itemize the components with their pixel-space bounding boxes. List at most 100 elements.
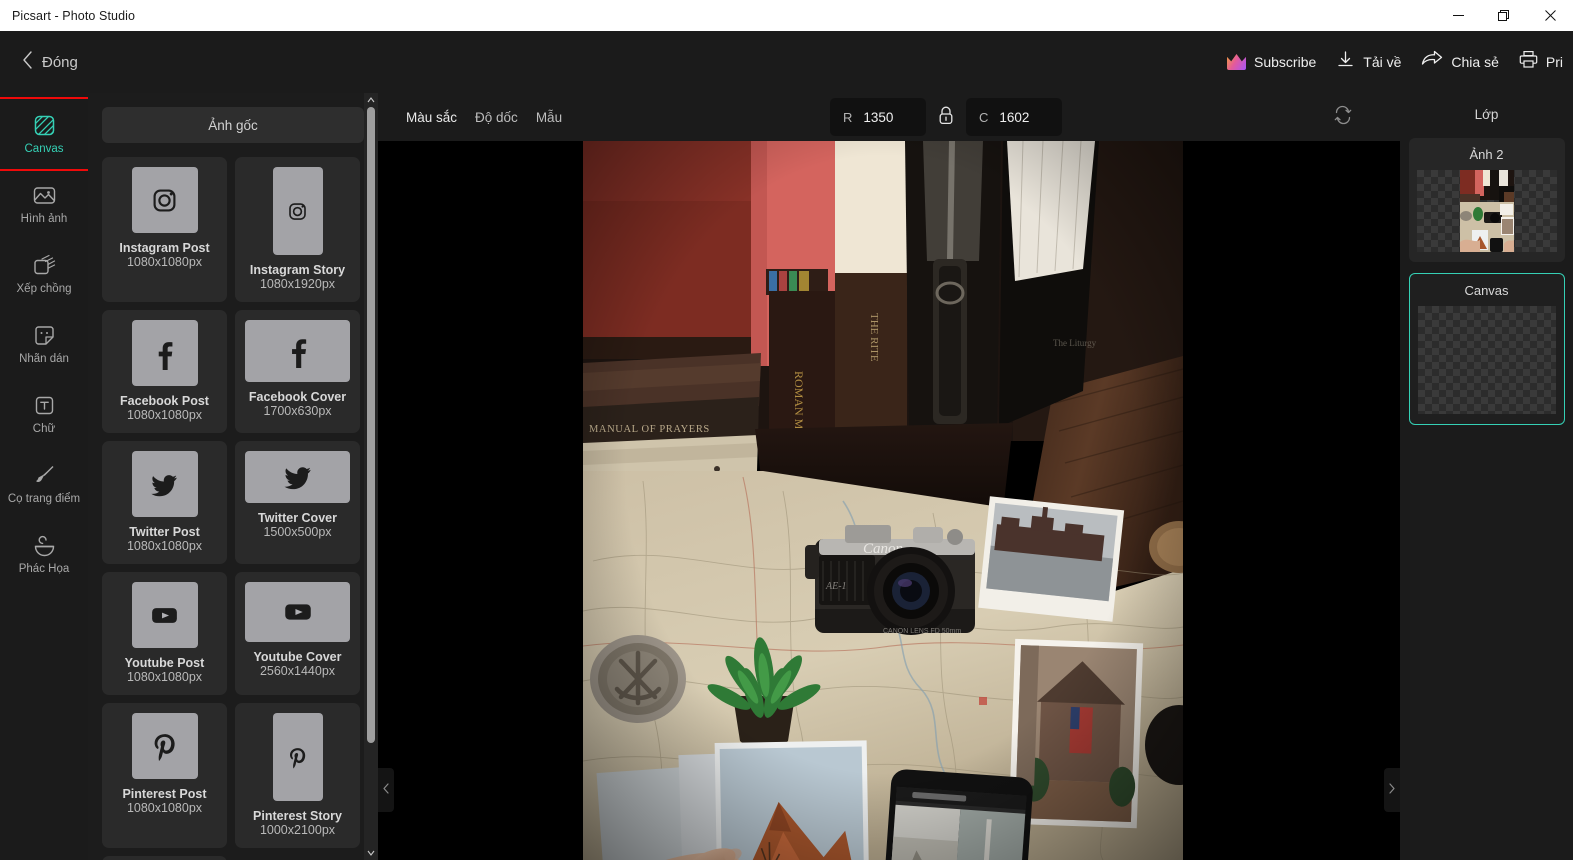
sidebar-item-label: Phác Họa bbox=[18, 563, 70, 576]
layer-item-canvas[interactable]: Canvas bbox=[1408, 273, 1565, 425]
preset-card[interactable]: Facebook Cover 1700x630px bbox=[235, 310, 360, 433]
preset-scroll-area[interactable]: Instagram Post 1080x1080px Instagram Story… bbox=[88, 157, 378, 860]
subscribe-button[interactable]: Subscribe bbox=[1217, 48, 1326, 76]
close-editor-button[interactable]: Đóng bbox=[22, 50, 78, 74]
chevron-left-icon bbox=[22, 50, 33, 74]
canvas-photo[interactable]: ROMAN MISSAL THE RITE bbox=[583, 141, 1183, 860]
aspect-lock-button[interactable] bbox=[926, 105, 966, 130]
preset-thumbnail bbox=[245, 582, 350, 642]
height-value: 1602 bbox=[999, 109, 1030, 125]
width-value: 1350 bbox=[863, 109, 894, 125]
canvas-size-controls: R 1350 C 1602 bbox=[830, 98, 1062, 136]
layer-name: Canvas bbox=[1464, 283, 1509, 298]
share-button[interactable]: Chia sẻ bbox=[1411, 44, 1508, 80]
window-titlebar: Picsart - Photo Studio bbox=[0, 0, 1573, 31]
preset-scrollbar[interactable] bbox=[364, 93, 378, 860]
pinterest-icon bbox=[285, 745, 310, 770]
height-key-label: C bbox=[979, 109, 989, 125]
preset-card[interactable]: Pinterest Story 1000x2100px bbox=[235, 703, 360, 848]
share-icon bbox=[1421, 50, 1443, 74]
collapse-right-panel-button[interactable] bbox=[1384, 768, 1400, 812]
crown-icon bbox=[1227, 54, 1247, 70]
preset-thumbnail bbox=[131, 320, 198, 386]
preset-grid: Instagram Post 1080x1080px Instagram Story… bbox=[102, 157, 364, 860]
text-icon bbox=[31, 392, 57, 418]
canvas-presets-panel: Ảnh gốc Instagram Post 1080x1080px Instagr… bbox=[88, 93, 378, 860]
sticker-icon bbox=[31, 322, 57, 348]
tab-gradient[interactable]: Độ dốc bbox=[475, 110, 518, 125]
scroll-down-arrow-icon[interactable] bbox=[364, 846, 378, 860]
restore-button[interactable] bbox=[1481, 0, 1527, 31]
swap-dimensions-button[interactable] bbox=[1333, 105, 1353, 130]
preset-card[interactable]: Twitter Cover 1500x500px bbox=[235, 441, 360, 564]
canvas-fill-tabs: Màu sắc Độ dốc Mẫu bbox=[406, 110, 562, 125]
preset-scroll-track[interactable] bbox=[367, 107, 375, 846]
share-label: Chia sẻ bbox=[1451, 54, 1499, 70]
width-key-label: R bbox=[843, 109, 853, 125]
canvas-viewport[interactable]: ROMAN MISSAL THE RITE bbox=[378, 141, 1400, 860]
preset-name: Pinterest Story bbox=[253, 809, 342, 823]
canvas-width-input[interactable]: R 1350 bbox=[830, 98, 926, 136]
window-controls bbox=[1435, 0, 1573, 31]
swap-icon bbox=[1333, 105, 1353, 129]
collapse-left-panel-button[interactable] bbox=[378, 768, 394, 812]
chevron-right-icon bbox=[1389, 781, 1395, 799]
preset-name: Facebook Cover bbox=[248, 390, 347, 404]
preset-card[interactable]: Facebook Post 1080x1080px bbox=[102, 310, 227, 433]
download-button[interactable]: Tải về bbox=[1326, 44, 1411, 80]
sidebar-item-canvas[interactable]: Canvas bbox=[0, 97, 90, 171]
close-button[interactable] bbox=[1527, 0, 1573, 31]
canvas-height-input[interactable]: C 1602 bbox=[966, 98, 1062, 136]
stack-icon bbox=[31, 252, 57, 278]
preset-card[interactable] bbox=[102, 856, 227, 860]
canvas-icon bbox=[31, 112, 57, 138]
preset-card[interactable]: Youtube Post 1080x1080px bbox=[102, 572, 227, 695]
tab-color[interactable]: Màu sắc bbox=[406, 110, 457, 125]
preset-thumbnail bbox=[131, 451, 198, 517]
preset-card[interactable]: Instagram Story 1080x1920px bbox=[235, 157, 360, 302]
close-editor-label: Đóng bbox=[42, 53, 78, 71]
preset-card[interactable]: Instagram Post 1080x1080px bbox=[102, 157, 227, 302]
tab-pattern[interactable]: Mẫu bbox=[536, 110, 562, 125]
download-icon bbox=[1336, 50, 1355, 74]
layer-item-image[interactable]: Ảnh 2 bbox=[1408, 138, 1565, 262]
preset-card[interactable]: Twitter Post 1080x1080px bbox=[102, 441, 227, 564]
sidebar-item-text[interactable]: Chữ bbox=[0, 379, 88, 449]
sidebar-item-label: Chữ bbox=[32, 423, 56, 436]
sidebar-item-label: Cọ trang điểm bbox=[7, 493, 81, 506]
instagram-icon bbox=[148, 184, 181, 217]
layer-name: Ảnh 2 bbox=[1469, 147, 1504, 162]
sidebar-item-stack[interactable]: Xếp chồng bbox=[0, 239, 88, 309]
preset-thumbnail bbox=[245, 320, 350, 382]
preset-dimensions: 1080x1080px bbox=[126, 801, 203, 816]
preset-dimensions: 1000x2100px bbox=[259, 823, 336, 838]
layers-title: Lớp bbox=[1474, 107, 1499, 122]
sketch-icon bbox=[31, 532, 57, 558]
print-label: Pri bbox=[1545, 54, 1563, 70]
sidebar-item-label: Hình ảnh bbox=[20, 213, 68, 226]
sidebar-item-brush[interactable]: Cọ trang điểm bbox=[0, 449, 88, 519]
preset-card[interactable]: Youtube Cover 2560x1440px bbox=[235, 572, 360, 695]
facebook-icon bbox=[281, 334, 315, 368]
preset-dimensions: 1080x1080px bbox=[126, 255, 203, 270]
print-button[interactable]: Pri bbox=[1509, 44, 1573, 80]
sidebar-item-label: Canvas bbox=[24, 143, 64, 156]
preset-dimensions: 1500x500px bbox=[263, 525, 332, 540]
preset-name: Instagram Post bbox=[119, 241, 210, 255]
scroll-up-arrow-icon[interactable] bbox=[364, 93, 378, 107]
twitter-icon bbox=[281, 460, 315, 494]
preset-dimensions: 1080x1080px bbox=[126, 670, 203, 685]
preset-name: Twitter Post bbox=[129, 525, 200, 539]
preset-card[interactable]: Pinterest Post 1080x1080px bbox=[102, 703, 227, 848]
original-image-button[interactable]: Ảnh gốc bbox=[102, 107, 364, 143]
print-icon bbox=[1519, 50, 1538, 74]
preset-name: Instagram Story bbox=[249, 263, 346, 277]
sidebar-item-sticker[interactable]: Nhãn dán bbox=[0, 309, 88, 379]
minimize-button[interactable] bbox=[1435, 0, 1481, 31]
sidebar-item-sketch[interactable]: Phác Họa bbox=[0, 519, 88, 589]
preset-dimensions: 1080x1080px bbox=[126, 539, 203, 554]
preset-dimensions: 2560x1440px bbox=[259, 664, 336, 679]
preset-thumbnail bbox=[272, 167, 323, 255]
preset-scroll-thumb[interactable] bbox=[367, 107, 375, 743]
sidebar-item-image[interactable]: Hình ảnh bbox=[0, 169, 88, 239]
